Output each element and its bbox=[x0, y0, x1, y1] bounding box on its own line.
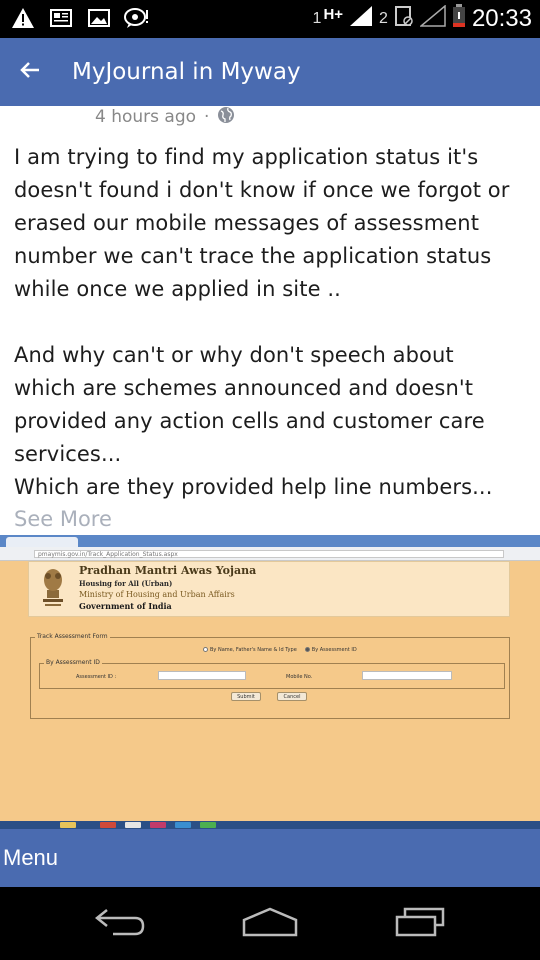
menu-button[interactable]: Menu bbox=[3, 845, 58, 871]
home-nav-icon bbox=[241, 906, 299, 942]
taskbar-app-icon bbox=[100, 822, 116, 828]
screen: 1 H+ 2 20:33 MyJournal in Myway 4 hours … bbox=[0, 0, 540, 960]
assessment-id-label: Assessment ID : bbox=[76, 674, 117, 680]
post-body: I am trying to find my application statu… bbox=[14, 141, 532, 504]
arrow-back-icon bbox=[20, 62, 40, 82]
sim-slot-2: 2 bbox=[379, 9, 388, 27]
header-title: Pradhan Mantri Awas Yojana bbox=[79, 564, 257, 577]
system-status: 1 H+ 2 20:33 bbox=[313, 4, 532, 33]
meta-separator: · bbox=[204, 107, 210, 127]
mobile-field bbox=[362, 671, 452, 680]
taskbar-app-icon bbox=[175, 822, 191, 828]
browser-url: pmaymis.gov.in/Track_Application_Status.… bbox=[34, 550, 504, 558]
warning-icon bbox=[10, 5, 36, 31]
header-government: Government of India bbox=[79, 601, 172, 611]
image-icon bbox=[86, 5, 112, 31]
assessment-id-field bbox=[158, 671, 246, 680]
mobile-label: Mobile No. bbox=[286, 674, 313, 680]
search-mode-radios: By Name, Father's Name & Id Type By Asse… bbox=[203, 647, 357, 653]
back-nav-icon bbox=[93, 907, 147, 941]
pmay-header: Pradhan Mantri Awas Yojana Housing for A… bbox=[28, 561, 510, 617]
taskbar-app-icon bbox=[125, 822, 141, 828]
track-assessment-form: Track Assessment Form By Name, Father's … bbox=[30, 633, 510, 719]
network-type: H+ bbox=[323, 6, 344, 23]
post-meta: 4 hours ago · bbox=[95, 106, 235, 128]
radio-option-2: By Assessment ID bbox=[304, 647, 357, 653]
signal-empty-icon bbox=[418, 4, 446, 32]
app-bar-title: MyJournal in Myway bbox=[72, 59, 301, 85]
news-icon bbox=[48, 5, 74, 31]
see-more-link[interactable]: See More bbox=[14, 503, 112, 536]
post-paragraph-2: And why can't or why don't speech about … bbox=[14, 343, 493, 499]
app-bar: MyJournal in Myway bbox=[0, 38, 540, 106]
radio-label-1: By Name, Father's Name & Id Type bbox=[210, 647, 297, 653]
battery-icon bbox=[452, 4, 466, 33]
back-button[interactable] bbox=[0, 38, 60, 106]
radio-label-2: By Assessment ID bbox=[311, 647, 357, 653]
globe-icon bbox=[217, 106, 235, 129]
chat-alert-icon bbox=[124, 5, 150, 31]
browser-address-bar: pmaymis.gov.in/Track_Application_Status.… bbox=[0, 547, 540, 561]
submit-button: Submit bbox=[231, 692, 261, 701]
system-nav-bar bbox=[0, 887, 540, 960]
browser-tab-strip bbox=[0, 535, 540, 547]
post-paragraph-1: I am trying to find my application statu… bbox=[14, 145, 510, 301]
form-title: Track Assessment Form bbox=[35, 633, 110, 640]
notification-icons bbox=[10, 5, 150, 31]
bottom-menu-bar: Menu bbox=[0, 829, 540, 887]
section-title: By Assessment ID bbox=[44, 659, 102, 666]
nav-back-button[interactable] bbox=[85, 903, 155, 945]
post-timestamp[interactable]: 4 hours ago bbox=[95, 107, 196, 127]
no-sim-icon bbox=[394, 5, 414, 32]
nav-recents-button[interactable] bbox=[385, 903, 455, 945]
radio-icon bbox=[203, 647, 208, 652]
emblem-icon bbox=[39, 566, 67, 610]
nav-home-button[interactable] bbox=[235, 903, 305, 945]
recents-nav-icon bbox=[393, 907, 447, 941]
assessment-id-section: By Assessment ID Assessment ID : Mobile … bbox=[39, 659, 505, 689]
taskbar-app-icon bbox=[150, 822, 166, 828]
taskbar-app-icon bbox=[200, 822, 216, 828]
header-ministry: Ministry of Housing and Urban Affairs bbox=[79, 590, 235, 599]
signal-icon bbox=[349, 5, 373, 32]
clock: 20:33 bbox=[471, 4, 532, 32]
header-subtitle: Housing for All (Urban) bbox=[79, 579, 173, 588]
radio-option-1: By Name, Father's Name & Id Type bbox=[203, 647, 297, 653]
taskbar-app-icon bbox=[60, 822, 76, 828]
windows-taskbar bbox=[0, 821, 540, 829]
cancel-button: Cancel bbox=[277, 692, 307, 701]
sim-slot-1: 1 bbox=[312, 9, 322, 27]
browser-tab bbox=[6, 537, 78, 547]
status-bar: 1 H+ 2 20:33 bbox=[0, 0, 540, 38]
radio-icon bbox=[304, 647, 310, 652]
post-image[interactable]: pmaymis.gov.in/Track_Application_Status.… bbox=[0, 535, 540, 829]
